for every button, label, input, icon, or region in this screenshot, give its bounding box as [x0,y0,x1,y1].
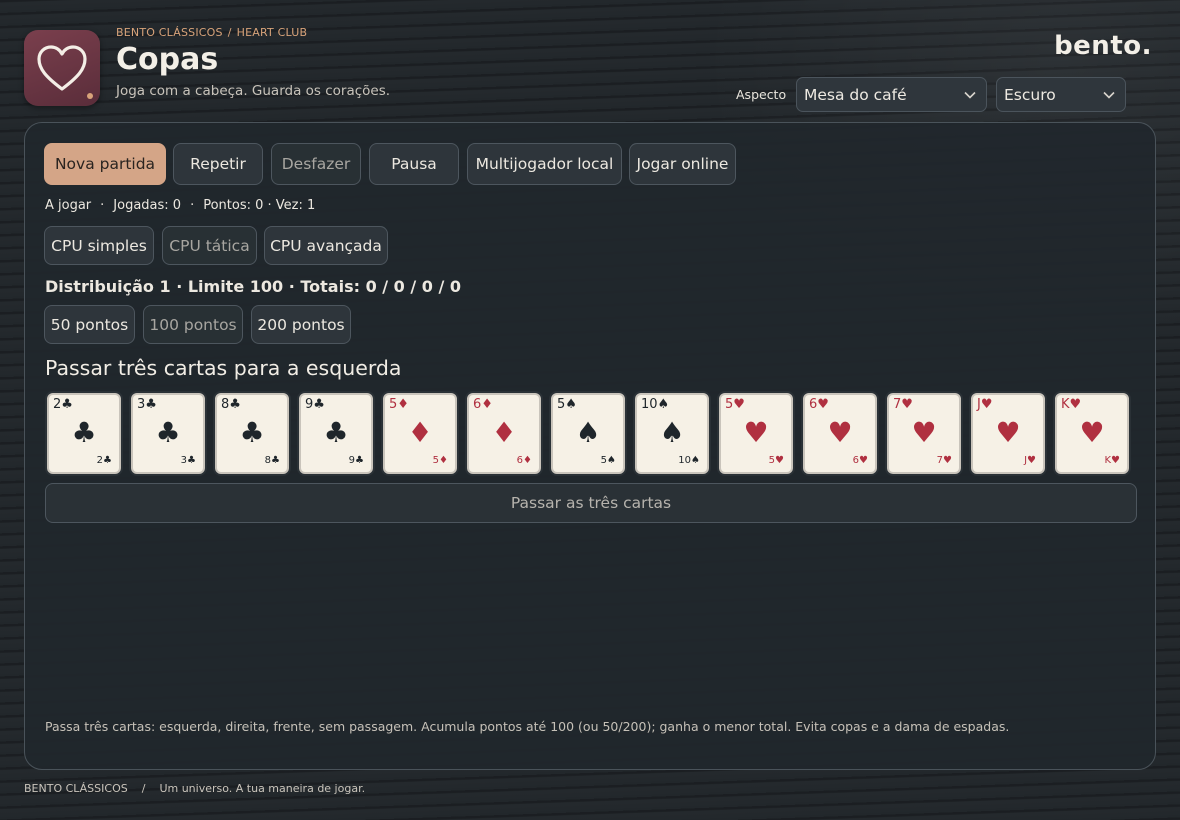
playing-card[interactable]: 2♣ ♣ 2♣ [47,393,121,474]
footer-brand[interactable]: BENTO CLÁSSICOS [24,782,128,795]
pass-instruction: Passar três cartas para a esquerda [45,356,402,380]
card-corner-bottom: 10♠ [678,455,700,466]
card-corner-top: 2♣ [53,397,73,412]
pause-button[interactable]: Pausa [369,143,459,185]
breadcrumb-separator: / [227,26,232,39]
card-corner-top: 5♦ [389,397,409,412]
card-corner-top: J♥ [977,397,993,412]
card-corner-top: 10♠ [641,397,670,412]
card-corner-bottom: 6♦ [516,455,532,466]
playing-card[interactable]: 5♥ ♥ 5♥ [719,393,793,474]
limit-100-button[interactable]: 100 pontos [143,305,243,344]
card-corner-bottom: 5♦ [432,455,448,466]
card-corner-bottom: 9♣ [348,455,364,466]
moves-count: Jogadas: 0 [113,198,182,213]
card-suit-pip: ♣ [71,416,97,449]
playing-card[interactable]: 6♦ ♦ 6♦ [467,393,541,474]
card-corner-top: 6♦ [473,397,493,412]
footer: BENTO CLÁSSICOS / Um universo. A tua manei… [24,782,365,795]
card-suit-pip: ♦ [491,416,517,449]
cpu-tactical-button[interactable]: CPU tática [162,226,257,265]
repeat-button[interactable]: Repetir [173,143,263,185]
aspect-label: Aspecto [736,87,787,102]
playing-card[interactable]: 5♠ ♠ 5♠ [551,393,625,474]
card-corner-top: 6♥ [809,397,829,412]
card-suit-pip: ♠ [659,416,685,449]
card-corner-bottom: K♥ [1104,455,1120,466]
page-subtitle: Joga com a cabeça. Guarda os corações. [116,83,391,99]
playing-card[interactable]: K♥ ♥ K♥ [1055,393,1129,474]
pass-cards-button[interactable]: Passar as três cartas [45,483,1137,523]
theme-select[interactable]: Mesa do café [796,77,987,112]
card-corner-top: 9♣ [305,397,325,412]
card-corner-top: 7♥ [893,397,913,412]
card-suit-pip: ♥ [995,416,1021,449]
icon-dot [87,93,93,99]
cpu-advanced-button[interactable]: CPU avançada [264,226,388,265]
card-corner-top: K♥ [1061,397,1082,412]
card-corner-top: 8♣ [221,397,241,412]
new-game-button[interactable]: Nova partida [44,143,166,185]
round-info: Distribuição 1 · Limite 100 · Totais: 0 … [45,277,462,296]
breadcrumb: BENTO CLÁSSICOS / HEART CLUB [116,26,307,39]
card-suit-pip: ♥ [911,416,937,449]
heart-icon [37,45,87,91]
playing-card[interactable]: 10♠ ♠ 10♠ [635,393,709,474]
card-suit-pip: ♣ [323,416,349,449]
game-state: A jogar [45,198,92,213]
card-corner-bottom: J♥ [1024,455,1036,466]
page-title: Copas [116,42,219,77]
footer-separator: / [141,782,146,795]
card-suit-pip: ♥ [1079,416,1105,449]
rules-text: Passa três cartas: esquerda, direita, fr… [45,719,1010,734]
card-corner-bottom: 5♥ [768,455,784,466]
playing-card[interactable]: 7♥ ♥ 7♥ [887,393,961,474]
brand-logo[interactable]: bento. [1054,31,1152,61]
playing-card[interactable]: 3♣ ♣ 3♣ [131,393,205,474]
cpu-simple-button[interactable]: CPU simples [44,226,154,265]
mode-select-value: Escuro [1004,85,1056,104]
breadcrumb-item-root[interactable]: BENTO CLÁSSICOS [116,26,223,39]
chevron-down-icon [964,88,978,102]
card-corner-bottom: 2♣ [96,455,112,466]
card-corner-top: 5♠ [557,397,577,412]
card-corner-top: 3♣ [137,397,157,412]
points-turn: Pontos: 0 · Vez: 1 [203,198,316,213]
limit-200-button[interactable]: 200 pontos [251,305,351,344]
theme-select-value: Mesa do café [804,85,907,104]
playing-card[interactable]: 6♥ ♥ 6♥ [803,393,877,474]
card-corner-bottom: 8♣ [264,455,280,466]
card-suit-pip: ♥ [743,416,769,449]
card-corner-bottom: 6♥ [852,455,868,466]
card-suit-pip: ♣ [239,416,265,449]
play-online-button[interactable]: Jogar online [629,143,736,185]
status-line: A jogar · Jogadas: 0 · Pontos: 0 · Vez: 1 [45,198,316,213]
card-corner-top: 5♥ [725,397,745,412]
card-suit-pip: ♥ [827,416,853,449]
card-corner-bottom: 7♥ [936,455,952,466]
game-panel: Nova partida Repetir Desfazer Pausa Mult… [24,122,1156,770]
card-suit-pip: ♠ [575,416,601,449]
limit-50-button[interactable]: 50 pontos [44,305,135,344]
breadcrumb-item-current[interactable]: HEART CLUB [237,26,308,39]
card-corner-bottom: 5♠ [600,455,616,466]
playing-card[interactable]: 9♣ ♣ 9♣ [299,393,373,474]
footer-tagline: Um universo. A tua maneira de jogar. [159,782,366,795]
card-corner-bottom: 3♣ [180,455,196,466]
local-multiplayer-button[interactable]: Multijogador local [467,143,622,185]
playing-card[interactable]: 5♦ ♦ 5♦ [383,393,457,474]
app-icon [24,30,100,106]
mode-select[interactable]: Escuro [996,77,1126,112]
playing-card[interactable]: J♥ ♥ J♥ [971,393,1045,474]
card-suit-pip: ♣ [155,416,181,449]
undo-button[interactable]: Desfazer [271,143,361,185]
playing-card[interactable]: 8♣ ♣ 8♣ [215,393,289,474]
chevron-down-icon [1103,88,1117,102]
card-suit-pip: ♦ [407,416,433,449]
